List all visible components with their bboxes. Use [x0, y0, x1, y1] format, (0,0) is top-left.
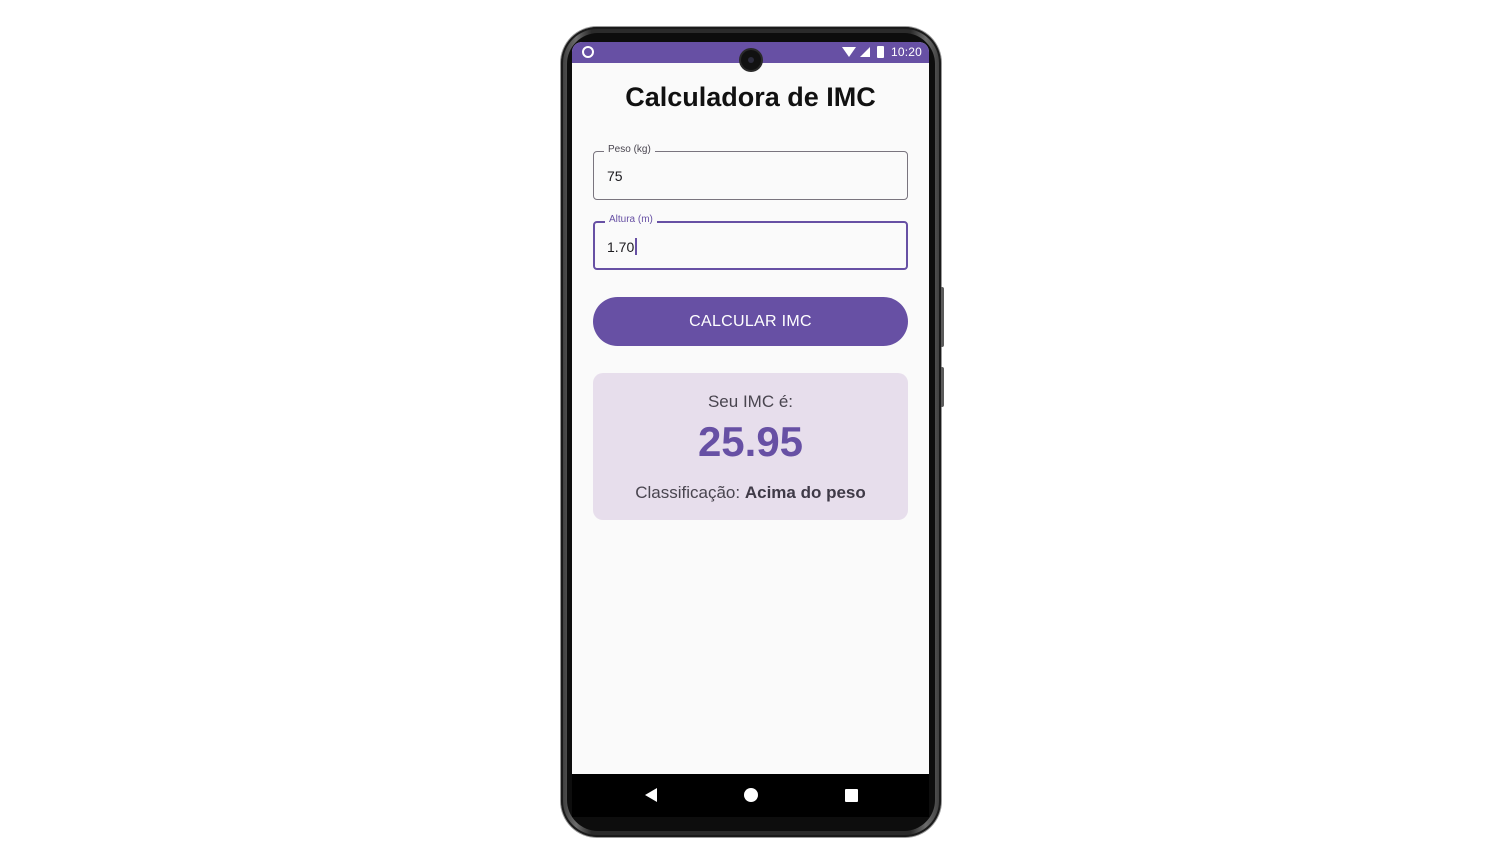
text-cursor [635, 238, 638, 255]
power-button [941, 367, 944, 407]
page-title: Calculadora de IMC [625, 82, 876, 112]
calculate-bmi-button[interactable]: CALCULAR IMC [593, 297, 908, 346]
app-screen: 10:20 Calculadora de IMC Peso (kg) 75 Al… [572, 42, 929, 817]
battery-icon [876, 46, 884, 58]
volume-button [941, 287, 944, 347]
status-icons: 10:20 [841, 45, 922, 59]
navigation-bar [572, 774, 929, 817]
wifi-icon [841, 47, 856, 57]
weight-field-label: Peso (kg) [604, 144, 655, 155]
recents-icon[interactable] [845, 789, 858, 802]
bmi-value: 25.95 [697, 418, 804, 465]
height-input-text: 1.70 [607, 238, 635, 255]
weight-field-value[interactable]: 75 [607, 168, 623, 184]
back-icon[interactable] [645, 788, 657, 802]
classification-text: Classificação: Acima do peso [593, 483, 908, 503]
classification-value: Acima do peso [744, 483, 866, 502]
signal-icon [859, 47, 870, 57]
notification-circle-icon [582, 46, 594, 58]
result-label: Seu IMC é: [707, 392, 794, 411]
height-field[interactable]: Altura (m) 1.70 [593, 214, 908, 270]
weight-field[interactable]: Peso (kg) 75 [593, 144, 908, 200]
height-field-value[interactable]: 1.70 [607, 238, 638, 255]
home-icon[interactable] [744, 788, 758, 802]
classification-label: Classificação: [635, 483, 745, 502]
front-camera [741, 50, 761, 70]
status-clock: 10:20 [890, 45, 922, 59]
weight-input-text: 75 [607, 168, 623, 184]
result-card: Seu IMC é: 25.95 Classificação: Acima do… [593, 373, 908, 520]
height-field-label: Altura (m) [605, 214, 657, 225]
